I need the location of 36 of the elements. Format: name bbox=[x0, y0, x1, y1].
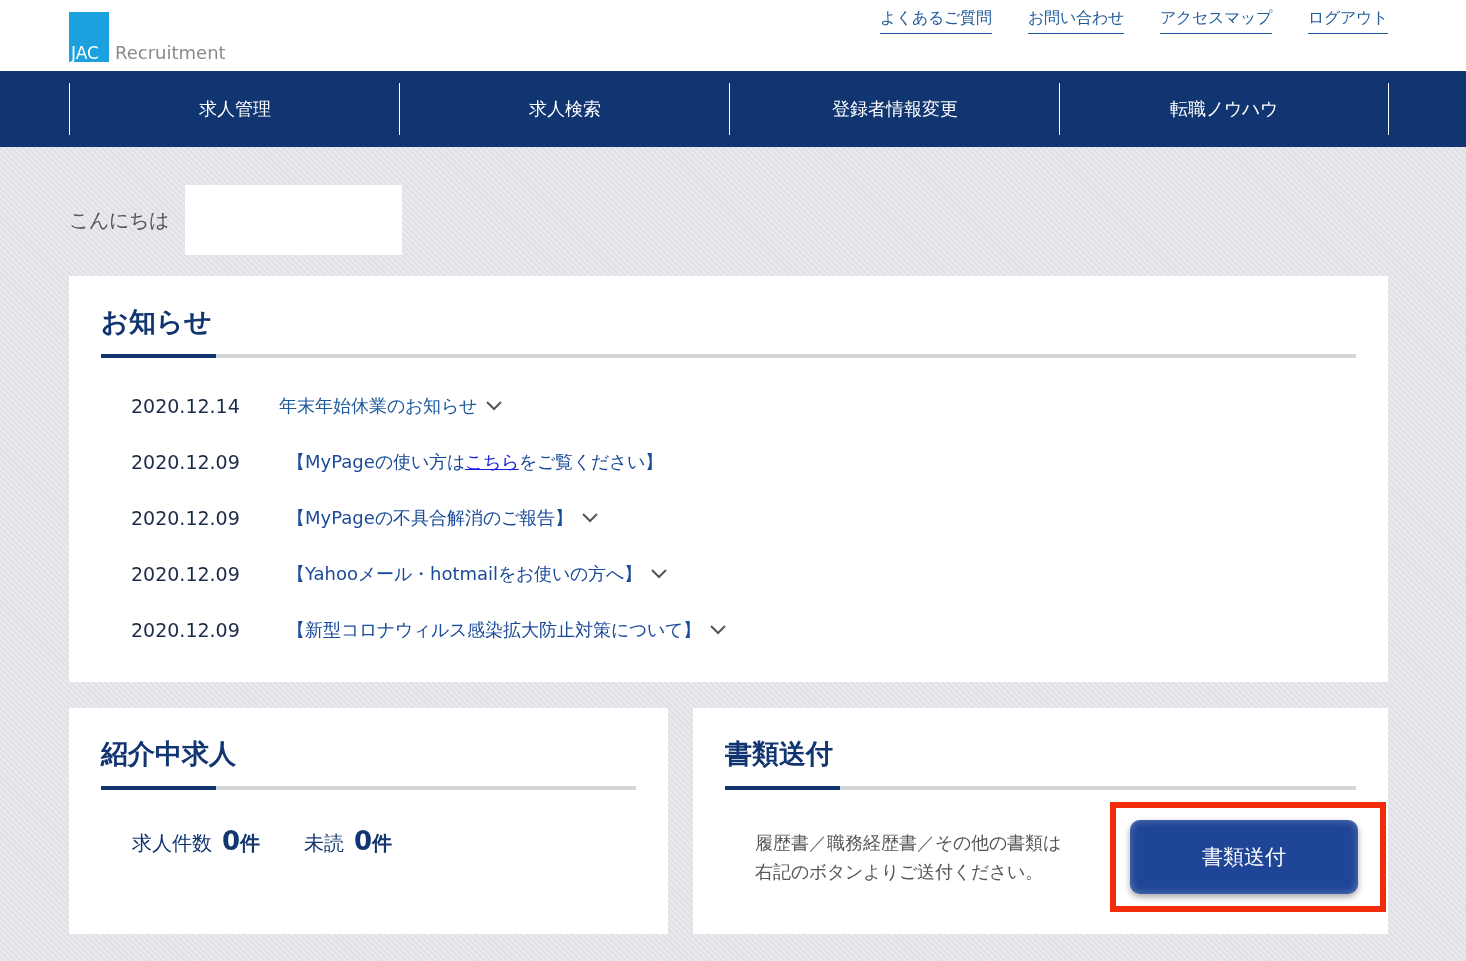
stat-value: 0件 bbox=[222, 826, 261, 856]
notice-date: 2020.12.14 bbox=[131, 395, 241, 417]
card-title: 書類送付 bbox=[725, 737, 834, 771]
greeting-text: こんにちは bbox=[69, 206, 169, 234]
instruction-text: 履歴書／職務経歴書／その他の書類は bbox=[755, 831, 1061, 855]
card-title: 紹介中求人 bbox=[101, 737, 237, 771]
nav-tab[interactable]: 求人管理 bbox=[69, 83, 399, 135]
notice-date: 2020.12.09 bbox=[131, 507, 241, 529]
header-link[interactable]: アクセスマップ bbox=[1160, 8, 1272, 34]
stat-value: 0件 bbox=[354, 826, 393, 856]
chevron-down-icon[interactable] bbox=[485, 400, 503, 412]
notice-date: 2020.12.09 bbox=[131, 563, 241, 585]
chevron-down-icon[interactable] bbox=[650, 568, 669, 580]
header-link[interactable]: お問い合わせ bbox=[1028, 8, 1124, 34]
notice-title[interactable]: 【MyPageの不具合解消のご報告】 bbox=[287, 506, 573, 530]
chevron-down-icon[interactable] bbox=[709, 624, 727, 636]
notice-link[interactable]: こちら bbox=[464, 451, 519, 472]
send-documents-button[interactable]: 書類送付 bbox=[1130, 820, 1358, 894]
nav-tab[interactable]: 登録者情報変更 bbox=[729, 83, 1059, 135]
notice-title[interactable]: 【Yahooメール・hotmailをお使いの方へ】 bbox=[287, 562, 643, 586]
nav-tab[interactable]: 転職ノウハウ bbox=[1059, 83, 1389, 135]
stat-label: 求人件数 bbox=[132, 831, 212, 855]
logo-mark: JAC bbox=[69, 12, 109, 62]
notice-title[interactable]: 【MyPageの使い方はこちら をご覧ください】 bbox=[287, 450, 663, 474]
header-link[interactable]: ログアウト bbox=[1308, 8, 1388, 34]
header-link[interactable]: よくあるご質問 bbox=[880, 8, 992, 34]
notice-date: 2020.12.09 bbox=[131, 619, 241, 641]
logo-wordmark: Recruitment bbox=[115, 44, 226, 62]
chevron-down-icon[interactable] bbox=[580, 512, 599, 524]
card-title: お知らせ bbox=[101, 305, 213, 339]
stat-label: 未読 bbox=[304, 831, 345, 855]
nav-tab[interactable]: 求人検索 bbox=[399, 83, 729, 135]
instruction-text: 右記のボタンよりご送付ください。 bbox=[755, 860, 1044, 884]
notice-date: 2020.12.09 bbox=[131, 451, 241, 473]
notice-title[interactable]: 【新型コロナウィルス感染拡大防止対策について】 bbox=[287, 618, 701, 642]
notice-title[interactable]: 年末年始休業のお知らせ bbox=[279, 394, 477, 418]
